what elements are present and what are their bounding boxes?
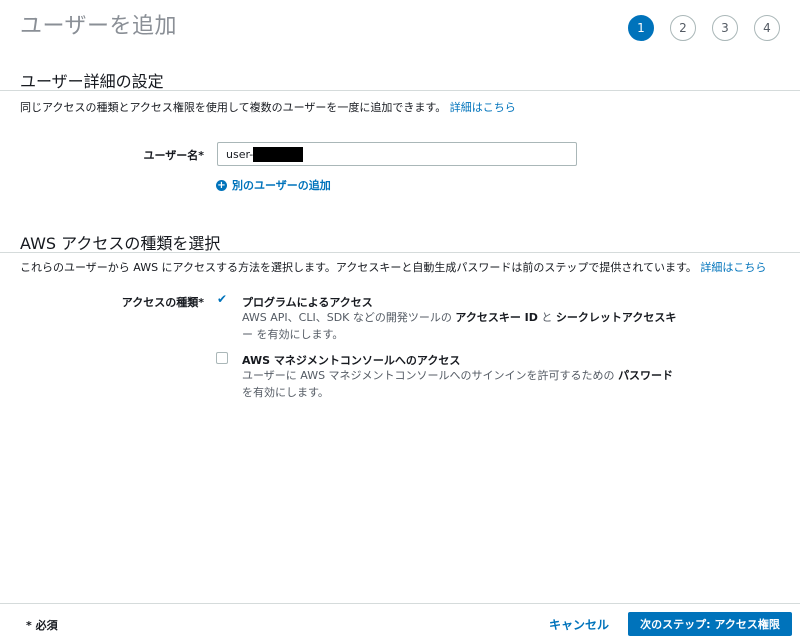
add-user-page: ユーザーを追加 1 2 3 4 ユーザー詳細の設定 同じアクセスの種類とアクセス… [0,0,800,642]
step-4[interactable]: 4 [754,15,780,41]
learn-more-link[interactable]: 詳細はこちら [700,261,766,274]
access-type-label: アクセスの種類* [121,296,204,309]
user-details-description: 同じアクセスの種類とアクセス権限を使用して複数のユーザーを一度に追加できます。 … [20,99,516,115]
checkmark-icon: ✔ [217,292,228,306]
add-another-user-label: 別のユーザーの追加 [232,179,331,192]
next-step-button[interactable]: 次のステップ: アクセス権限 [628,612,792,636]
console-access-description: ユーザーに AWS マネジメントコンソールへのサインインを許可するための パスワ… [242,369,674,399]
required-note: * 必須 [26,619,58,632]
divider [0,252,800,253]
redaction-block [253,147,303,162]
description-text: 同じアクセスの種類とアクセス権限を使用して複数のユーザーを一度に追加できます。 [20,101,447,114]
access-type-description: これらのユーザーから AWS にアクセスする方法を選択します。アクセスキーと自動… [20,259,766,275]
add-another-user-link[interactable]: + 別のユーザーの追加 [216,177,331,193]
console-access-title: AWS マネジメントコンソールへのアクセス [242,354,461,367]
cancel-button[interactable]: キャンセル [549,616,609,633]
step-3[interactable]: 3 [712,15,738,41]
console-access-checkbox[interactable] [216,352,228,364]
step-1[interactable]: 1 [628,15,654,41]
divider [0,90,800,91]
programmatic-access-title: プログラムによるアクセス [242,296,373,309]
learn-more-link[interactable]: 詳細はこちら [450,101,516,114]
username-label: ユーザー名* [143,149,204,162]
description-text: これらのユーザーから AWS にアクセスする方法を選択します。アクセスキーと自動… [20,261,697,274]
plus-circle-icon: + [216,179,227,191]
programmatic-access-checkbox[interactable]: ✔ [216,292,228,306]
footer-divider [0,603,800,604]
programmatic-access-description: AWS API、CLI、SDK などの開発ツールの アクセスキー ID と シー… [242,311,677,341]
access-type-heading: AWS アクセスの種類を選択 [20,234,221,253]
step-2[interactable]: 2 [670,15,696,41]
user-details-heading: ユーザー詳細の設定 [20,72,164,91]
page-title: ユーザーを追加 [20,14,178,39]
